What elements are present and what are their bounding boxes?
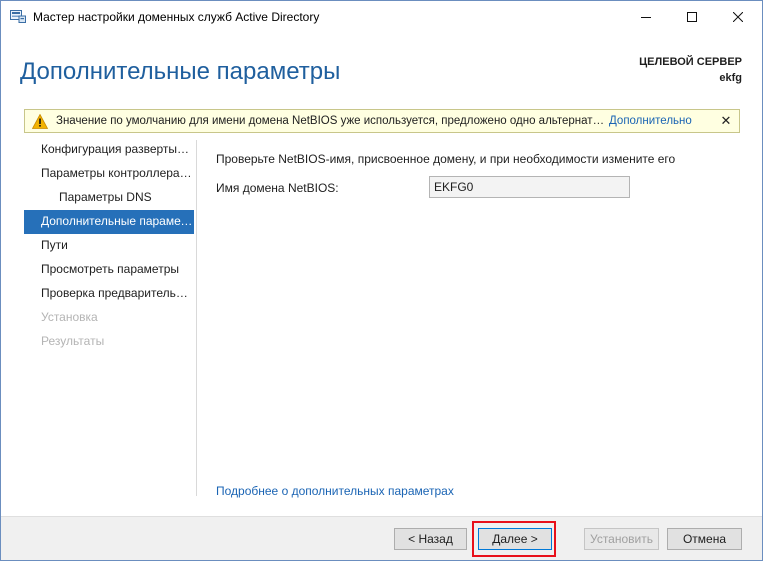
nav-item-installation: Установка — [41, 310, 98, 324]
close-icon — [733, 11, 743, 22]
minimize-button[interactable] — [623, 1, 669, 32]
nav-item-dc-options[interactable]: Параметры контроллера домена — [24, 162, 194, 186]
target-server-label: ЦЕЛЕВОЙ СЕРВЕР — [639, 56, 742, 68]
warning-bar: Значение по умолчанию для имени домена N… — [24, 109, 740, 133]
next-button[interactable]: Далее > — [478, 528, 552, 550]
wizard-steps-nav: Конфигурация развертывания Параметры кон… — [24, 138, 194, 354]
target-server-name: ekfg — [719, 72, 742, 84]
warning-message: Значение по умолчанию для имени домена N… — [56, 115, 609, 127]
close-button[interactable] — [715, 1, 761, 32]
page-description: Проверьте NetBIOS-имя, присвоенное домен… — [216, 152, 676, 166]
maximize-icon — [687, 11, 697, 22]
nav-item-deployment-config[interactable]: Конфигурация развертывания — [24, 138, 194, 162]
nav-divider — [196, 140, 197, 496]
back-button[interactable]: < Назад — [394, 528, 467, 550]
title-bar: Мастер настройки доменных служб Active D… — [1, 1, 762, 32]
warning-icon — [31, 113, 49, 129]
wizard-window: Мастер настройки доменных служб Active D… — [0, 0, 763, 561]
warning-more-link[interactable]: Дополнительно — [609, 115, 692, 127]
nav-item-prerequisites-check[interactable]: Проверка предварительных требований — [24, 282, 194, 306]
button-bar: < Назад Далее > Установить Отмена — [1, 516, 762, 560]
page-title: Дополнительные параметры — [20, 58, 341, 85]
netbios-label: Имя домена NetBIOS: — [216, 181, 339, 195]
window-title: Мастер настройки доменных служб Active D… — [33, 10, 320, 24]
nav-item-results: Результаты — [41, 334, 105, 348]
nav-item-additional-options[interactable]: Дополнительные параметры — [24, 210, 194, 234]
netbios-name-field[interactable] — [429, 176, 630, 198]
minimize-icon — [641, 16, 651, 18]
warning-close-icon[interactable]: ✕ — [718, 112, 734, 130]
more-about-options-link[interactable]: Подробнее о дополнительных параметрах — [216, 484, 454, 498]
nav-item-dns-options[interactable]: Параметры DNS — [24, 186, 194, 210]
nav-item-review-options[interactable]: Просмотреть параметры — [24, 258, 194, 282]
cancel-button[interactable]: Отмена — [667, 528, 742, 550]
nav-item-paths[interactable]: Пути — [24, 234, 194, 258]
server-manager-icon — [10, 9, 26, 23]
maximize-button[interactable] — [669, 1, 715, 32]
install-button: Установить — [584, 528, 659, 550]
